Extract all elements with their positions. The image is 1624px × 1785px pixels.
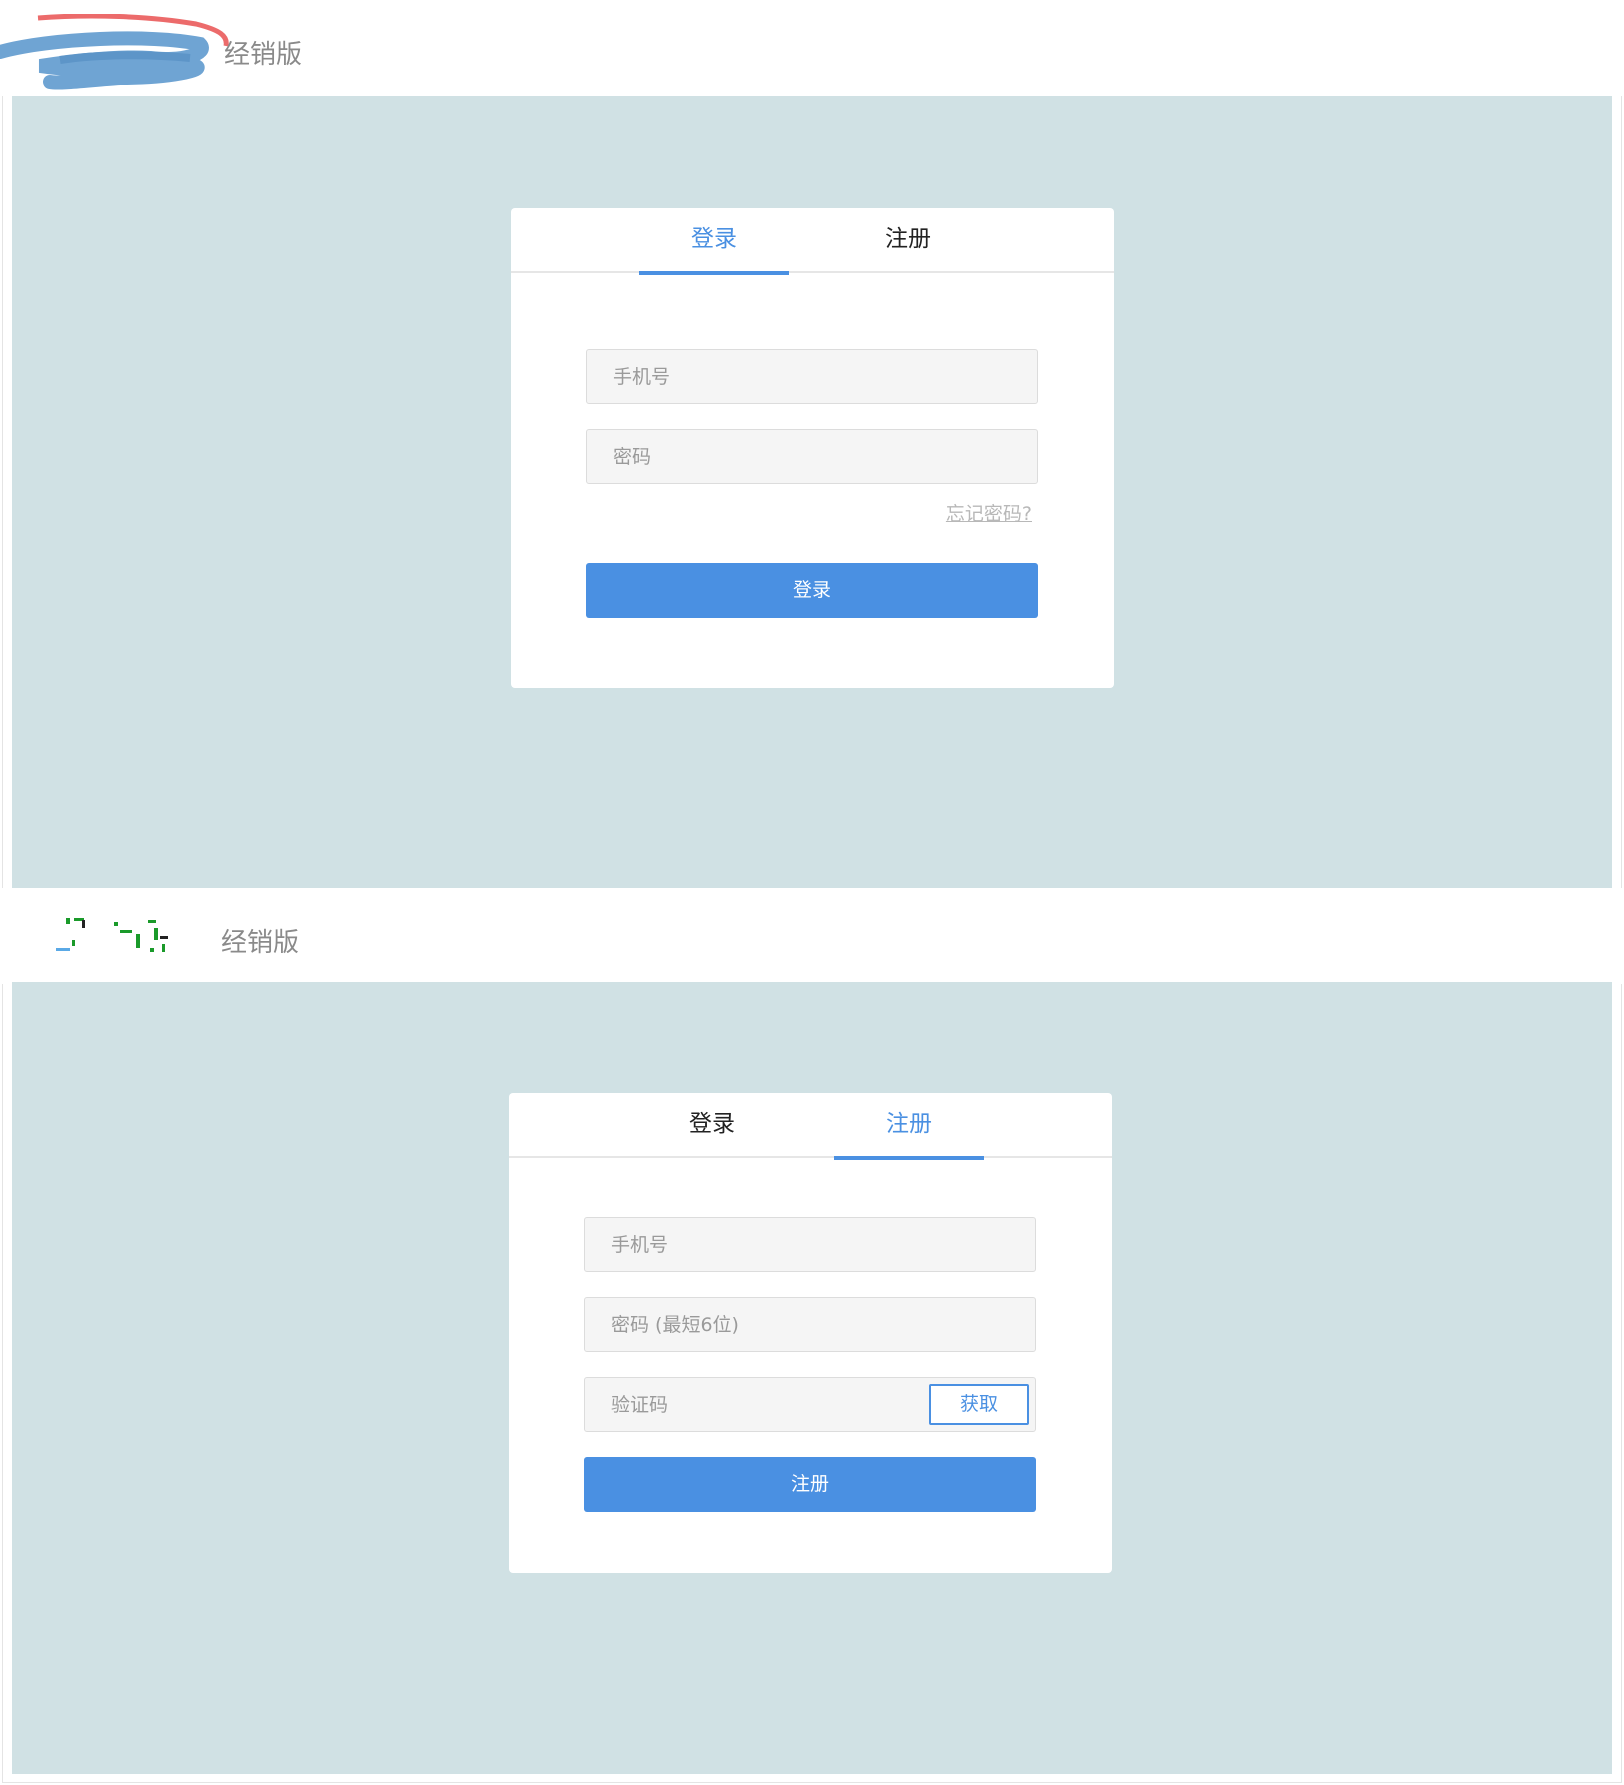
phone-input[interactable]: [585, 1218, 1035, 1271]
edition-label: 经销版: [224, 40, 303, 70]
tab-register[interactable]: 注册: [833, 208, 983, 273]
password-field[interactable]: [584, 1297, 1036, 1352]
tab-login[interactable]: 登录: [639, 208, 789, 275]
brand-logo-redacted-icon: [56, 918, 168, 952]
header-login-view: 经销版: [0, 0, 1624, 96]
tab-register[interactable]: 注册: [834, 1093, 984, 1160]
register-card: 登录 注册 获取 注册: [509, 1093, 1112, 1573]
register-button[interactable]: 注册: [584, 1457, 1036, 1512]
get-code-button[interactable]: 获取: [929, 1384, 1029, 1425]
header-register-view: 经销版: [0, 888, 1624, 984]
forgot-password-link[interactable]: 忘记密码?: [946, 499, 1032, 526]
login-button[interactable]: 登录: [586, 563, 1038, 618]
tab-login[interactable]: 登录: [637, 1093, 787, 1158]
password-input[interactable]: [585, 1298, 1035, 1351]
password-input[interactable]: [587, 430, 1037, 483]
auth-tabs: 登录 注册: [511, 208, 1114, 275]
phone-input[interactable]: [587, 350, 1037, 403]
register-stage: 登录 注册 获取 注册: [12, 982, 1612, 1774]
brand-logo-redacted-icon: [0, 14, 229, 90]
edition-label: 经销版: [221, 928, 300, 958]
phone-field[interactable]: [586, 349, 1038, 404]
verification-code-field[interactable]: 获取: [584, 1377, 1036, 1432]
auth-tabs: 登录 注册: [509, 1093, 1112, 1160]
phone-field[interactable]: [584, 1217, 1036, 1272]
password-field[interactable]: [586, 429, 1038, 484]
login-card: 登录 注册 忘记密码? 登录: [511, 208, 1114, 688]
login-stage: 登录 注册 忘记密码? 登录: [12, 96, 1612, 888]
